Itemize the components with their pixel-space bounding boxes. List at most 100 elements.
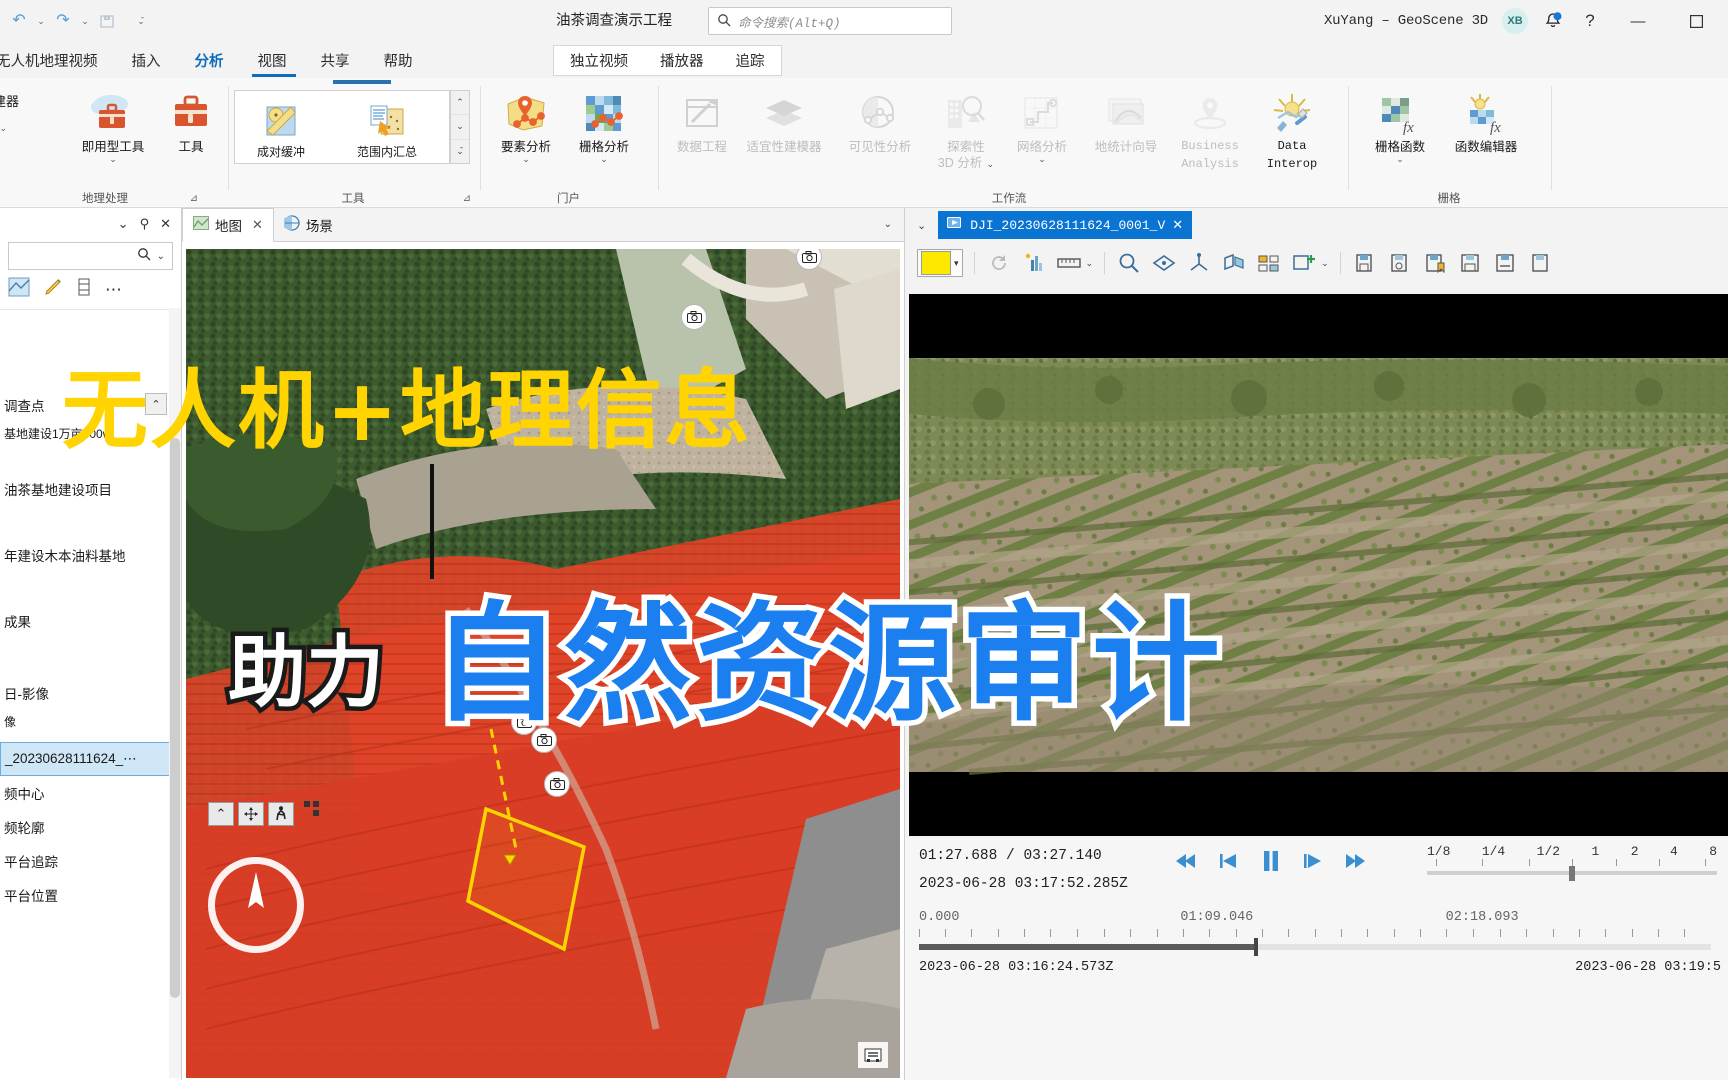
feature-analysis-button[interactable]: 要素分析 ⌄ — [483, 84, 569, 165]
python-button[interactable]: Python ⌄ — [0, 114, 19, 142]
chevron-down-icon[interactable]: ⌄ — [0, 123, 7, 134]
map-extent-icon[interactable] — [8, 277, 30, 302]
pin-icon[interactable]: ⚲ — [140, 216, 150, 232]
frame-center-icon[interactable] — [1151, 250, 1177, 276]
tools-gallery[interactable]: 成对缓冲 范围内汇总 — [234, 90, 450, 164]
tools-button[interactable]: 工具 — [148, 84, 234, 154]
minimize-button[interactable]: — — [1616, 0, 1660, 42]
more-options-icon[interactable]: ⋯ — [105, 280, 124, 300]
ribbon-tab-view[interactable]: 视图 — [241, 42, 304, 78]
toc-item-video-layer[interactable]: _20230628111624_⋯ — [0, 742, 181, 776]
tools-gallery-scroll[interactable]: ⌃ ⌄ ⌄̄ — [450, 90, 470, 164]
export-video-icon[interactable] — [1387, 250, 1413, 276]
ready-to-use-tools-button[interactable]: 即用型工具 ⌄ — [70, 84, 156, 165]
business-analysis-button[interactable]: Business Analysis — [1167, 84, 1253, 172]
undo-dropdown-icon[interactable]: ⌄ — [34, 8, 48, 34]
save-video-icon[interactable] — [1492, 250, 1518, 276]
toc-item-woody-oil-base[interactable]: 年建设木本油料基地 — [0, 538, 181, 572]
redo-button[interactable]: ↷ — [50, 8, 76, 34]
chevron-down-icon[interactable]: ⌄ — [118, 216, 129, 232]
collapse-toggle-icon[interactable]: ⌃ — [145, 393, 167, 415]
environments-button[interactable]: 环境 — [0, 142, 19, 170]
redo-dropdown-icon[interactable]: ⌄ — [78, 8, 92, 34]
chevron-down-icon[interactable]: ⌄ — [987, 159, 995, 169]
ribbon-tab-insert[interactable]: 插入 — [115, 42, 178, 78]
speed-track[interactable] — [1427, 866, 1717, 881]
chevron-down-icon[interactable]: ⌄ — [483, 154, 569, 165]
timeline-track[interactable] — [919, 938, 1711, 956]
toc-item-oil-tea-project[interactable]: 油茶基地建设项目 — [0, 472, 181, 506]
toc-item-image[interactable]: 像 — [0, 710, 181, 732]
chevron-down-icon[interactable]: ⌄ — [913, 219, 938, 232]
toc-item-daily-image[interactable]: 日-影像 — [0, 676, 181, 710]
network-analysis-button[interactable]: 网络分析 ⌄ — [999, 84, 1085, 165]
fast-forward-button[interactable] — [1345, 852, 1367, 870]
rewind-button[interactable] — [1175, 852, 1197, 870]
command-search-box[interactable]: 命令搜索(Alt+Q) — [708, 7, 952, 35]
account-name[interactable]: XuYang – GeoScene 3D — [1324, 13, 1488, 29]
chevron-down-icon[interactable]: ⌄ — [157, 251, 165, 262]
speed-thumb[interactable] — [1569, 866, 1576, 881]
video-frame-marker[interactable] — [544, 771, 570, 797]
add-frame-icon[interactable] — [1291, 250, 1317, 276]
data-engineering-button[interactable]: 数据工程 — [659, 84, 745, 154]
video-tab-dji[interactable]: DJI_20230628111624_0001_V ✕ — [938, 211, 1193, 239]
toc-item-base-construction[interactable]: 基地建设1万亩500w — [0, 422, 181, 444]
chevron-down-icon[interactable]: ⌄ — [1086, 258, 1094, 269]
contextual-tab-standalone-video[interactable]: 独立视频 — [554, 46, 644, 75]
video-frame-marker[interactable] — [531, 727, 557, 753]
pairwise-buffer-button[interactable]: 成对缓冲 — [239, 97, 323, 160]
legend-icon[interactable] — [858, 1042, 888, 1068]
view-tab-map[interactable]: 地图 ✕ — [182, 207, 274, 242]
map-pan-up-button[interactable]: ⌃ — [208, 802, 234, 826]
contents-search-input[interactable]: ⌄ — [8, 242, 173, 270]
chevron-down-icon[interactable]: ⌄ — [70, 154, 156, 165]
contextual-tab-tracking[interactable]: 追踪 — [720, 46, 781, 75]
map-pan-button[interactable] — [238, 802, 264, 826]
playback-speed-slider[interactable]: 1/8 1/4 1/2 1 2 4 8 — [1427, 844, 1717, 881]
model-builder-button[interactable]: 模型构建器 — [0, 86, 19, 114]
raster-analysis-button[interactable]: 栅格分析 ⌄ — [561, 84, 647, 165]
summarize-within-button[interactable]: 范围内汇总 — [345, 97, 429, 160]
close-icon[interactable]: ✕ — [160, 216, 171, 232]
toc-item-platform-position[interactable]: 平台位置 — [0, 878, 181, 912]
contextual-tab-player[interactable]: 播放器 — [644, 46, 720, 75]
view-tabs-overflow-icon[interactable]: ⌄ — [884, 219, 892, 230]
toc-item-video-center[interactable]: 频中心 — [0, 776, 181, 810]
bookmark-icon[interactable] — [1422, 250, 1448, 276]
gallery-scroll-up-icon[interactable]: ⌃ — [451, 91, 469, 116]
map-canvas[interactable]: ⌃ — [186, 249, 900, 1078]
ribbon-tab-uav-geovideo[interactable]: 无人机地理视频 — [0, 42, 115, 78]
gallery-scroll-down-icon[interactable]: ⌄ — [451, 115, 469, 140]
close-icon[interactable]: ✕ — [1172, 218, 1183, 233]
tools-dialog-launcher[interactable]: ⊿ — [463, 193, 471, 204]
pause-button[interactable] — [1261, 850, 1281, 872]
ribbon-tab-analysis[interactable]: 分析 — [178, 42, 241, 78]
video-timeline[interactable]: 0.000 01:09.046 02:18.093 2023-06-28 03:… — [919, 910, 1721, 978]
close-icon[interactable]: ✕ — [252, 217, 263, 233]
step-forward-button[interactable] — [1303, 852, 1323, 870]
maximize-button[interactable] — [1674, 0, 1718, 42]
bell-icon[interactable] — [1542, 10, 1564, 32]
chevron-down-icon[interactable]: ⌄ — [999, 154, 1085, 165]
export-frame-icon[interactable] — [1352, 250, 1378, 276]
geoprocessing-dialog-launcher[interactable]: ⊿ — [190, 193, 198, 204]
nav-grid-icon[interactable] — [304, 801, 322, 824]
contents-scrollbar[interactable] — [169, 308, 181, 1078]
view-tab-scene[interactable]: 场景 — [274, 208, 343, 242]
data-interop-button[interactable]: Data Interop — [1249, 84, 1335, 172]
pencil-icon[interactable] — [43, 277, 63, 302]
refresh-icon[interactable] — [986, 250, 1012, 276]
geostatistical-wizard-button[interactable]: 地统计向导 — [1083, 84, 1169, 154]
save-button[interactable] — [94, 8, 120, 34]
suitability-modeler-button[interactable]: 适宜性建模器 — [741, 84, 827, 154]
chevron-down-icon[interactable]: ▾ — [954, 258, 959, 269]
compass-icon[interactable] — [208, 857, 304, 953]
ribbon-tab-share[interactable]: 共享 — [304, 42, 367, 78]
contents-scrollbar-thumb[interactable] — [170, 438, 180, 998]
toc-item-video-outline[interactable]: 频轮廓 — [0, 810, 181, 844]
step-back-button[interactable] — [1219, 852, 1239, 870]
chart-icon[interactable] — [1021, 250, 1047, 276]
raster-function-button[interactable]: fx 栅格函数 ⌄ — [1357, 84, 1443, 165]
avatar[interactable]: XB — [1502, 8, 1528, 34]
